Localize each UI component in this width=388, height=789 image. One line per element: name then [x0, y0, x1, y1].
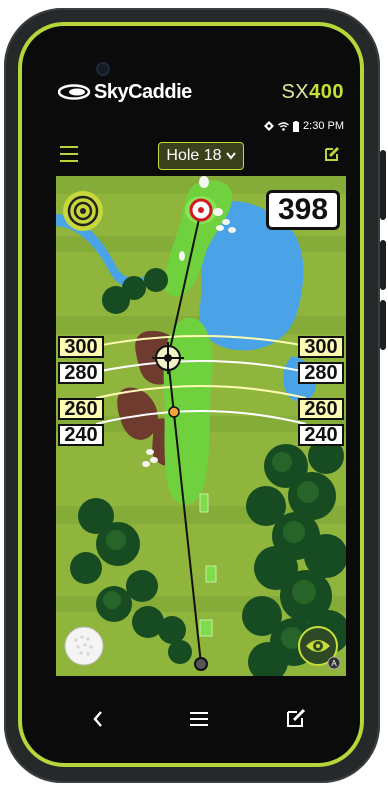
arc-label-right: 240	[298, 424, 344, 446]
skycaddie-logo-icon	[58, 84, 91, 100]
menu-icon[interactable]	[60, 146, 78, 162]
location-icon	[264, 121, 275, 131]
target-button[interactable]	[62, 190, 104, 232]
chevron-down-icon	[225, 152, 236, 160]
arc-label-right: 300	[298, 336, 344, 358]
arc-label-left: 280	[58, 362, 104, 384]
edit-icon[interactable]	[324, 146, 340, 162]
wifi-icon	[278, 121, 289, 131]
brand-name: SkyCaddie	[94, 80, 192, 103]
menu-icon[interactable]	[190, 712, 208, 728]
bottom-nav	[56, 700, 346, 740]
clock: 2:30 PM	[303, 120, 344, 132]
eye-icon: A	[298, 626, 341, 670]
brand-logo: SkyCaddie	[58, 80, 192, 104]
arc-label-right: 280	[298, 362, 344, 384]
side-button[interactable]	[380, 150, 386, 220]
ball-button[interactable]	[64, 626, 104, 666]
side-button[interactable]	[380, 240, 386, 290]
model-number: 400	[309, 80, 344, 103]
side-button[interactable]	[380, 300, 386, 350]
model-prefix: SX	[281, 80, 310, 103]
distance-to-pin: 398	[266, 190, 340, 230]
arc-label-right: 260	[298, 398, 344, 420]
golf-ball-icon	[64, 626, 104, 666]
hole-label: Hole 18	[166, 147, 222, 164]
target-icon	[63, 191, 103, 231]
battery-icon	[293, 120, 300, 132]
arc-label-left: 300	[58, 336, 104, 358]
arc-label-left: 240	[58, 424, 104, 446]
hole-selector[interactable]: Hole 18	[158, 142, 244, 170]
back-icon[interactable]	[90, 708, 106, 730]
model-name: SX 400	[281, 80, 344, 104]
eye-badge: A	[331, 659, 337, 668]
arc-label-left: 260	[58, 398, 104, 420]
camera-lens	[96, 62, 110, 76]
status-bar: 2:30 PM	[264, 120, 344, 132]
view-toggle-button[interactable]: A	[298, 626, 342, 670]
edit-icon[interactable]	[286, 708, 306, 728]
top-bar: Hole 18	[56, 138, 346, 176]
